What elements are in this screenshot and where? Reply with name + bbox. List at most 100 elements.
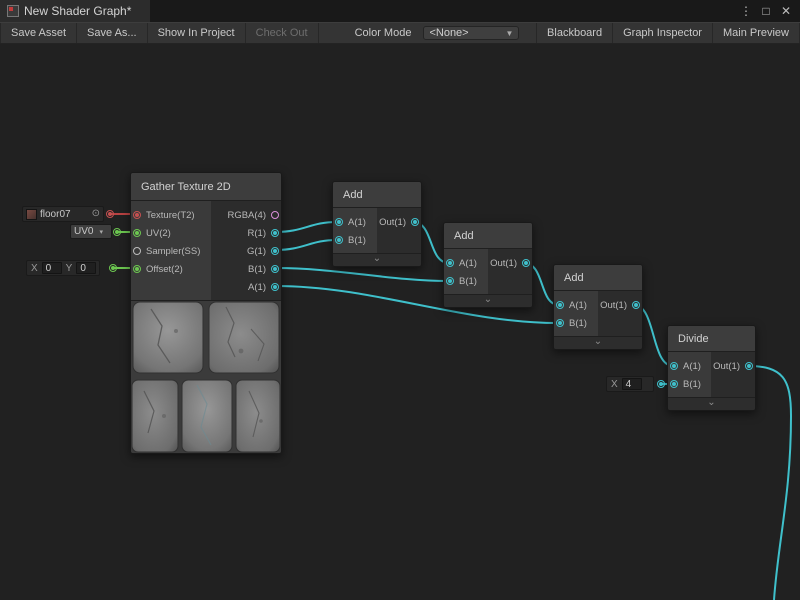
shader-graph-icon	[7, 5, 19, 17]
sampler-port-icon[interactable]	[133, 247, 141, 255]
wire-r-to-add1-a[interactable]	[276, 222, 337, 232]
gather-texture-2d-node[interactable]: Gather Texture 2D Texture(T2) UV(2) Samp…	[130, 172, 282, 454]
offset-field-port-icon[interactable]	[109, 264, 117, 272]
chevron-down-icon: ▾	[99, 228, 103, 236]
port-a-input[interactable]: A(1)	[554, 296, 598, 314]
g-port-icon[interactable]	[271, 247, 279, 255]
show-in-project-button[interactable]: Show In Project	[148, 23, 246, 43]
port-b-input[interactable]: B(1)	[444, 272, 488, 290]
preview-collapse-chevron[interactable]: ⌄	[668, 397, 755, 410]
save-asset-button[interactable]: Save Asset	[0, 23, 77, 43]
add-node-2[interactable]: Add A(1) B(1) Out(1) ⌄	[443, 222, 533, 308]
chevron-down-icon: ▼	[506, 29, 514, 38]
offset-vector2-field[interactable]: X 0 Y 0	[26, 260, 100, 276]
color-mode-dropdown[interactable]: <None> ▼	[423, 26, 519, 40]
node-title[interactable]: Gather Texture 2D	[131, 173, 281, 201]
out-port-icon[interactable]	[522, 259, 530, 267]
b-port-icon[interactable]	[670, 380, 678, 388]
add-node-3[interactable]: Add A(1) B(1) Out(1) ⌄	[553, 264, 643, 350]
graph-canvas[interactable]: Gather Texture 2D Texture(T2) UV(2) Samp…	[0, 44, 800, 600]
object-picker-icon[interactable]: ⊙	[92, 209, 100, 219]
offset-x-label: X	[30, 263, 39, 274]
window-controls: ⋮ □ ✕	[738, 0, 800, 22]
offset-port-icon[interactable]	[133, 265, 141, 273]
divide-node[interactable]: Divide A(1) B(1) Out(1) ⌄	[667, 325, 756, 411]
out-port-icon[interactable]	[745, 362, 753, 370]
port-b-output[interactable]: B(1)	[211, 260, 281, 278]
blackboard-button[interactable]: Blackboard	[536, 23, 613, 43]
offset-y-label: Y	[65, 263, 74, 274]
texture-asset-name: floor07	[40, 209, 71, 220]
check-out-button: Check Out	[246, 23, 319, 43]
close-icon[interactable]: ✕	[778, 4, 794, 18]
add-node-1[interactable]: Add A(1) B(1) Out(1) ⌄	[332, 181, 422, 267]
texture-asset-field[interactable]: floor07 ⊙	[22, 206, 104, 222]
port-out-output[interactable]: Out(1)	[598, 296, 642, 314]
color-mode-label: Color Mode	[347, 23, 420, 43]
wire-b-to-add2-b[interactable]	[276, 268, 448, 281]
port-out-output[interactable]: Out(1)	[488, 254, 532, 272]
out-port-icon[interactable]	[632, 301, 640, 309]
r-port-icon[interactable]	[271, 229, 279, 237]
port-texture-input[interactable]: Texture(T2)	[131, 206, 211, 224]
node-title[interactable]: Add	[444, 223, 532, 249]
b-port-icon[interactable]	[556, 319, 564, 327]
b-port-icon[interactable]	[446, 277, 454, 285]
uv-channel-value: UV0	[74, 226, 93, 237]
a-port-icon[interactable]	[271, 283, 279, 291]
node-title[interactable]: Add	[333, 182, 421, 208]
texture-field-port-icon[interactable]	[106, 210, 114, 218]
uv-channel-dropdown[interactable]: UV0 ▾	[70, 224, 112, 239]
uv-field-port-icon[interactable]	[113, 228, 121, 236]
preview-collapse-chevron[interactable]: ⌄	[444, 294, 532, 307]
port-rgba-output[interactable]: RGBA(4)	[211, 206, 281, 224]
divide-b-input[interactable]: 4	[622, 378, 642, 390]
texture-thumbnail	[26, 209, 37, 220]
port-b-input[interactable]: B(1)	[554, 314, 598, 332]
offset-y-input[interactable]: 0	[76, 262, 96, 274]
toolbar: Save Asset Save As... Show In Project Ch…	[0, 22, 800, 44]
divide-b-field-port-icon[interactable]	[657, 380, 665, 388]
port-a-input[interactable]: A(1)	[444, 254, 488, 272]
out-port-icon[interactable]	[411, 218, 419, 226]
port-out-output[interactable]: Out(1)	[377, 213, 421, 231]
maximize-icon[interactable]: □	[758, 4, 774, 18]
divide-b-label: X	[610, 379, 619, 390]
port-offset-input[interactable]: Offset(2)	[131, 260, 211, 278]
offset-x-input[interactable]: 0	[42, 262, 62, 274]
node-title[interactable]: Add	[554, 265, 642, 291]
a-port-icon[interactable]	[335, 218, 343, 226]
graph-inspector-button[interactable]: Graph Inspector	[613, 23, 713, 43]
rgba-port-icon[interactable]	[271, 211, 279, 219]
color-mode-value: <None>	[429, 27, 468, 39]
port-a-input[interactable]: A(1)	[333, 213, 377, 231]
texture-preview[interactable]	[131, 300, 281, 453]
uv-port-icon[interactable]	[133, 229, 141, 237]
divide-b-value-field[interactable]: X 4	[606, 376, 654, 392]
window-tab[interactable]: New Shader Graph*	[0, 0, 150, 22]
port-a-output[interactable]: A(1)	[211, 278, 281, 296]
a-port-icon[interactable]	[670, 362, 678, 370]
preview-collapse-chevron[interactable]: ⌄	[333, 253, 421, 266]
titlebar: New Shader Graph* ⋮ □ ✕	[0, 0, 800, 22]
kebab-menu-icon[interactable]: ⋮	[738, 4, 754, 18]
a-port-icon[interactable]	[446, 259, 454, 267]
main-preview-button[interactable]: Main Preview	[713, 23, 800, 43]
port-b-input[interactable]: B(1)	[333, 231, 377, 249]
texture-port-icon[interactable]	[133, 211, 141, 219]
port-uv-input[interactable]: UV(2)	[131, 224, 211, 242]
port-g-output[interactable]: G(1)	[211, 242, 281, 260]
port-b-input[interactable]: B(1)	[668, 375, 711, 393]
b-port-icon[interactable]	[271, 265, 279, 273]
save-as-button[interactable]: Save As...	[77, 23, 148, 43]
port-a-input[interactable]: A(1)	[668, 357, 711, 375]
b-port-icon[interactable]	[335, 236, 343, 244]
port-out-output[interactable]: Out(1)	[711, 357, 755, 375]
node-title[interactable]: Divide	[668, 326, 755, 352]
port-r-output[interactable]: R(1)	[211, 224, 281, 242]
window-title: New Shader Graph*	[24, 4, 131, 18]
wire-g-to-add1-b[interactable]	[276, 240, 337, 250]
a-port-icon[interactable]	[556, 301, 564, 309]
preview-collapse-chevron[interactable]: ⌄	[554, 336, 642, 349]
port-sampler-input[interactable]: Sampler(SS)	[131, 242, 211, 260]
